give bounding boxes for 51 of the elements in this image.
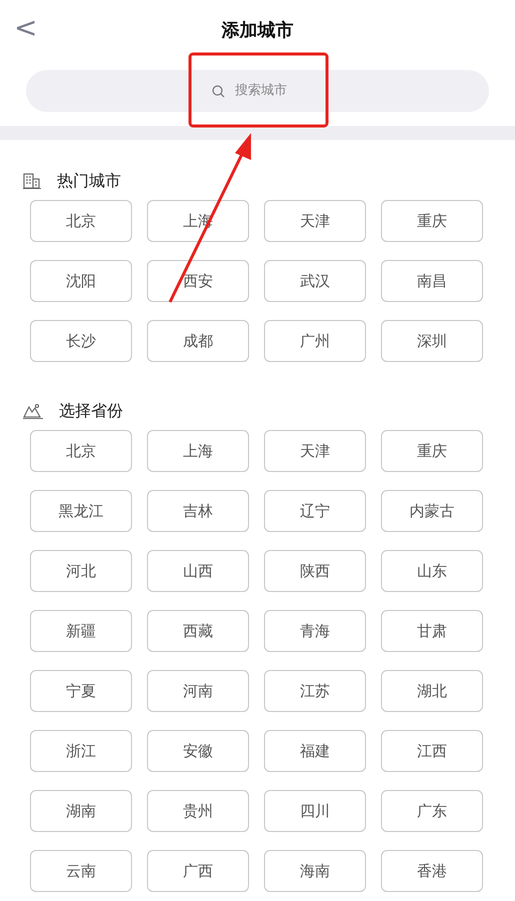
province-button[interactable]: 青海	[264, 610, 366, 652]
section-title: 选择省份	[59, 400, 123, 422]
city-button[interactable]: 武汉	[264, 260, 366, 302]
province-button[interactable]: 江西	[381, 730, 483, 772]
city-button[interactable]: 西安	[147, 260, 249, 302]
province-button[interactable]: 新疆	[30, 610, 132, 652]
province-button[interactable]: 宁夏	[30, 670, 132, 712]
city-button[interactable]: 天津	[264, 200, 366, 242]
province-button[interactable]: 重庆	[381, 430, 483, 472]
province-button[interactable]: 海南	[264, 850, 366, 892]
city-button[interactable]: 深圳	[381, 320, 483, 362]
city-button[interactable]: 广州	[264, 320, 366, 362]
province-button[interactable]: 西藏	[147, 610, 249, 652]
province-button[interactable]: 上海	[147, 430, 249, 472]
province-button[interactable]: 黑龙江	[30, 490, 132, 532]
building-icon	[23, 173, 41, 189]
province-button[interactable]: 安徽	[147, 730, 249, 772]
province-button[interactable]: 河南	[147, 670, 249, 712]
province-button[interactable]: 陕西	[264, 550, 366, 592]
province-button[interactable]: 北京	[30, 430, 132, 472]
city-button[interactable]: 重庆	[381, 200, 483, 242]
province-button[interactable]: 天津	[264, 430, 366, 472]
province-button[interactable]: 辽宁	[264, 490, 366, 532]
city-button[interactable]: 成都	[147, 320, 249, 362]
province-button[interactable]: 河北	[30, 550, 132, 592]
province-button[interactable]: 山东	[381, 550, 483, 592]
province-button[interactable]: 广东	[381, 790, 483, 832]
province-button[interactable]: 吉林	[147, 490, 249, 532]
search-icon	[212, 84, 225, 98]
city-button[interactable]: 北京	[30, 200, 132, 242]
province-button[interactable]: 香港	[381, 850, 483, 892]
province-button[interactable]: 江苏	[264, 670, 366, 712]
province-button[interactable]: 四川	[264, 790, 366, 832]
province-button[interactable]: 甘肃	[381, 610, 483, 652]
province-button[interactable]: 内蒙古	[381, 490, 483, 532]
search-field[interactable]: 搜索城市	[233, 80, 303, 102]
city-button[interactable]: 南昌	[381, 260, 483, 302]
mountain-icon	[23, 403, 43, 419]
city-button[interactable]: 沈阳	[30, 260, 132, 302]
province-button[interactable]: 福建	[264, 730, 366, 772]
section-title: 热门城市	[57, 170, 121, 192]
province-button[interactable]: 湖南	[30, 790, 132, 832]
province-button[interactable]: 云南	[30, 850, 132, 892]
province-button[interactable]: 贵州	[147, 790, 249, 832]
province-button[interactable]: 广西	[147, 850, 249, 892]
province-button[interactable]: 浙江	[30, 730, 132, 772]
back-button[interactable]: <	[8, 12, 44, 44]
province-button[interactable]: 湖北	[381, 670, 483, 712]
city-button[interactable]: 长沙	[30, 320, 132, 362]
province-button[interactable]: 山西	[147, 550, 249, 592]
page-title: 添加城市	[222, 19, 294, 43]
